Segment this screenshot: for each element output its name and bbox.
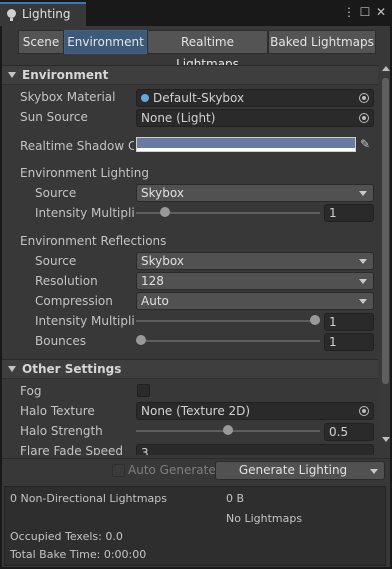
environment-lighting-title: Environment Lighting [20,166,149,180]
close-icon[interactable]: ✕ [374,4,388,20]
chevron-down-icon[interactable] [370,469,378,474]
resolution-value: 128 [141,274,164,288]
halo-strength-field[interactable]: 0.5 [324,423,374,441]
other-settings-section-header[interactable]: Other Settings [2,359,378,379]
more-options-icon[interactable]: ⋮ [342,4,356,20]
tab-scene[interactable]: Scene [18,30,64,54]
maximize-icon[interactable]: ☐ [358,4,372,20]
reflection-source-dropdown[interactable]: Skybox [136,252,374,270]
object-picker-icon[interactable] [359,406,369,416]
fog-label: Fog [20,384,42,398]
reflection-source-label: Source [35,254,77,268]
skybox-material-value: Default-Skybox [153,91,245,105]
environment-header-label: Environment [22,68,109,82]
occupied-texels-text: Occupied Texels: 0.0 [10,530,123,543]
object-picker-icon[interactable] [359,113,369,123]
auto-generate-label: Auto Generate [128,463,216,477]
halo-texture-field[interactable]: None (Texture 2D) [136,402,374,420]
flare-fade-speed-label: Flare Fade Speed [20,444,124,455]
environment-section-header[interactable]: Environment [2,65,378,85]
lightmap-count-text: 0 Non-Directional Lightmaps [10,492,168,505]
generate-lighting-label: Generate Lighting [238,463,348,477]
reflection-intensity-slider-track[interactable] [136,320,320,322]
sun-source-value: None (Light) [141,111,216,125]
skybox-material-label: Skybox Material [20,90,116,104]
chevron-down-icon [359,259,367,264]
environment-reflections-title: Environment Reflections [20,234,167,248]
reflection-source-value: Skybox [141,254,184,268]
generate-lighting-button[interactable]: Generate Lighting [215,461,385,480]
object-picker-icon[interactable] [359,93,369,103]
auto-generate-checkbox[interactable] [112,464,125,477]
halo-texture-label: Halo Texture [20,404,95,418]
eyedropper-icon[interactable]: ✎ [360,137,374,152]
reflection-intensity-label: Intensity Multiplier [35,314,135,328]
bounces-slider-knob[interactable] [136,335,146,345]
material-sphere-icon [141,94,149,102]
halo-texture-value: None (Texture 2D) [141,404,251,418]
sun-source-label: Sun Source [20,110,88,124]
lighting-source-value: Skybox [141,186,184,200]
shadow-color-swatch[interactable] [136,137,356,152]
compression-value: Auto [141,294,169,308]
lightbulb-icon [7,9,16,21]
tab-realtime-lightmaps[interactable]: Realtime Lightmaps [147,30,268,71]
bounces-field[interactable]: 1 [324,333,374,351]
scroll-down-icon[interactable] [382,437,390,442]
lightmap-size-text: 0 B [226,492,245,505]
bounces-slider-track[interactable] [136,340,320,342]
resolution-label: Resolution [35,274,98,288]
chevron-down-icon [359,279,367,284]
tab-environment[interactable]: Environment [64,30,147,54]
lighting-source-label: Source [35,186,77,200]
scroll-up-icon[interactable] [382,66,390,71]
lighting-intensity-field[interactable]: 1 [324,204,374,222]
clipped-row: Flare Fade Speed 3 [2,444,378,455]
other-settings-header-label: Other Settings [22,362,122,376]
bake-time-text: Total Bake Time: 0:00:00 [10,548,147,561]
compression-label: Compression [35,294,113,308]
fog-checkbox[interactable] [137,384,150,397]
lighting-source-dropdown[interactable]: Skybox [136,184,374,202]
scrollbar-thumb[interactable] [382,78,389,384]
chevron-down-icon [359,191,367,196]
bounces-label: Bounces [35,334,87,348]
resolution-dropdown[interactable]: 128 [136,272,374,290]
tab-baked-lightmaps[interactable]: Baked Lightmaps [268,30,376,54]
foldout-arrow-icon [8,72,16,78]
flare-fade-speed-field[interactable]: 3 [136,444,374,455]
halo-strength-label: Halo Strength [20,424,103,438]
reflection-intensity-slider-knob[interactable] [310,315,320,325]
reflection-intensity-field[interactable]: 1 [324,313,374,331]
skybox-material-field[interactable]: Default-Skybox [136,89,374,107]
chevron-down-icon [359,299,367,304]
halo-strength-slider-knob[interactable] [223,425,233,435]
realtime-shadow-color-label: Realtime Shadow Color [20,139,134,153]
no-lightmaps-text: No Lightmaps [226,512,303,525]
compression-dropdown[interactable]: Auto [136,292,374,310]
window-tab-lighting[interactable]: Lighting [0,2,86,26]
lighting-intensity-label: Intensity Multiplier [35,206,135,220]
foldout-arrow-icon [8,366,16,372]
sun-source-field[interactable]: None (Light) [136,109,374,127]
window-title: Lighting [22,7,71,21]
